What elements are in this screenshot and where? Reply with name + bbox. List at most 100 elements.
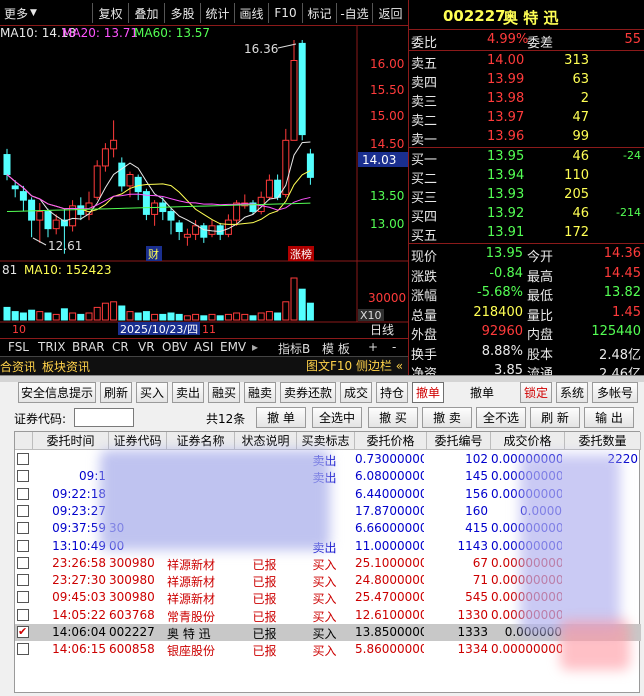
volume-bar: [290, 277, 298, 321]
column-header[interactable]: 状态说明: [235, 432, 297, 450]
indicator-b-button[interactable]: 指标B: [278, 340, 310, 357]
column-header[interactable]: 委托价格: [355, 432, 427, 450]
tab-obv[interactable]: OBV: [162, 340, 188, 354]
trade-splitter[interactable]: [0, 375, 644, 382]
volume-bar: [151, 313, 159, 321]
order-side: 买入: [312, 592, 337, 607]
remove-favorite-button[interactable]: -自选: [336, 3, 372, 23]
tab-news[interactable]: 合资讯: [0, 358, 36, 375]
tab-sector-news[interactable]: 板块资讯: [42, 358, 90, 375]
tab-scroll-arrow[interactable]: ▸: [252, 340, 258, 354]
deals-button[interactable]: 成交: [340, 382, 372, 403]
order-name: 祥源新材: [167, 592, 216, 607]
order-number: 1333: [457, 625, 488, 639]
cancel-selected-button[interactable]: 撤 单: [256, 407, 306, 428]
candle-body: [28, 199, 36, 221]
volume-bar: [224, 313, 232, 321]
back-button[interactable]: 返回: [372, 3, 408, 23]
tab-trix[interactable]: TRIX: [38, 340, 65, 354]
order-side: 买入: [312, 609, 337, 624]
row-checkbox[interactable]: [17, 643, 29, 656]
column-header[interactable]: 证券名称: [167, 432, 235, 450]
candle-body: [101, 148, 109, 167]
row-checkbox[interactable]: [17, 487, 29, 500]
zoom-out-button[interactable]: -: [392, 340, 396, 354]
candle-body: [134, 176, 142, 193]
column-header[interactable]: 成交价格: [491, 432, 565, 450]
bid-level-label: 买二: [411, 172, 438, 187]
volume-bar: [60, 308, 68, 321]
column-header[interactable]: 买卖标志: [297, 432, 355, 450]
sidebar-toggle[interactable]: 图文F10 侧边栏 «: [306, 357, 408, 373]
tab-fsl[interactable]: FSL: [8, 340, 29, 354]
row-checkbox[interactable]: [17, 470, 29, 483]
draw-line-button[interactable]: 画线: [234, 3, 268, 23]
tab-vr[interactable]: VR: [138, 340, 155, 354]
row-checkbox[interactable]: [17, 453, 29, 465]
column-header[interactable]: 委托时间: [33, 432, 109, 450]
table-row[interactable]: 14:06:15 600858 银座股份 已报 买入 5.86000000 1334 0.00…: [15, 641, 641, 658]
tab-emv[interactable]: EMV: [220, 340, 246, 354]
stat-value: 218400: [473, 304, 523, 320]
column-header[interactable]: 委托数量: [565, 432, 641, 450]
sell-button[interactable]: 卖出: [172, 382, 204, 403]
volume-bar: [69, 312, 77, 321]
refresh-orders-button[interactable]: 刷 新: [530, 407, 580, 428]
stat-label: 外盘: [411, 328, 438, 343]
buy-button[interactable]: 买入: [136, 382, 168, 403]
row-checkbox[interactable]: [17, 504, 29, 517]
tab-brar[interactable]: BRAR: [72, 340, 105, 354]
deselect-all-button[interactable]: 全不选: [476, 407, 526, 428]
order-number: 160: [465, 503, 488, 518]
volume-bar: [167, 312, 175, 321]
bid-change: -214: [616, 206, 641, 219]
positions-button[interactable]: 持仓: [376, 382, 408, 403]
column-header[interactable]: 证券代码: [109, 432, 167, 450]
column-header[interactable]: 委托编号: [427, 432, 491, 450]
volume-bar: [192, 313, 200, 321]
margin-sell-button[interactable]: 融卖: [244, 382, 276, 403]
code-filter-input[interactable]: [74, 408, 134, 427]
candle-body: [306, 153, 314, 178]
row-checkbox[interactable]: [17, 608, 29, 621]
row-checkbox[interactable]: [17, 556, 29, 569]
template-button[interactable]: 模 板: [322, 340, 350, 357]
stat-label: 现价: [411, 250, 438, 265]
f10-button[interactable]: F10: [268, 3, 302, 23]
lock-button[interactable]: 锁定: [520, 382, 552, 403]
order-price: 13.85000000: [355, 625, 424, 639]
volume-tick: 30000: [368, 291, 406, 305]
row-checkbox[interactable]: ✔: [17, 626, 29, 638]
tab-asi[interactable]: ASI: [194, 340, 213, 354]
bid-level-label: 买五: [411, 229, 438, 244]
multi-account-button[interactable]: 多帐号: [592, 382, 638, 403]
cancel-buys-button[interactable]: 撤 买: [368, 407, 418, 428]
row-checkbox[interactable]: [17, 591, 29, 604]
row-checkbox[interactable]: [17, 574, 29, 587]
security-notice-button[interactable]: 安全信息提示: [18, 382, 96, 403]
overlay-button[interactable]: 叠加: [128, 3, 164, 23]
refresh-button[interactable]: 刷新: [100, 382, 132, 403]
bid-price: 13.91: [487, 225, 525, 240]
system-button[interactable]: 系统: [556, 382, 588, 403]
fuquan-button[interactable]: 复权: [92, 3, 128, 23]
stock-code: 002227: [443, 7, 506, 25]
row-checkbox[interactable]: [17, 539, 29, 552]
zoom-in-button[interactable]: +: [368, 340, 378, 354]
more-button[interactable]: 更多 ▼: [0, 3, 48, 23]
cancel-sells-button[interactable]: 撤 卖: [422, 407, 472, 428]
cancel-order-tab[interactable]: 撤单: [412, 382, 444, 403]
kline-chart[interactable]: MA10: 14.18 MA20: 13.71 MA60: 13.57 16.0…: [0, 26, 408, 356]
tab-cr[interactable]: CR: [112, 340, 129, 354]
order-side: 买入: [312, 557, 337, 572]
margin-buy-button[interactable]: 融买: [208, 382, 240, 403]
select-all-button[interactable]: 全选中: [312, 407, 362, 428]
export-button[interactable]: 输 出: [584, 407, 634, 428]
row-checkbox[interactable]: [17, 522, 29, 535]
multi-stock-button[interactable]: 多股: [164, 3, 200, 23]
ask-level-label: 卖三: [411, 95, 438, 110]
volume-bar: [282, 301, 290, 321]
statistics-button[interactable]: 统计: [200, 3, 234, 23]
mark-button[interactable]: 标记: [302, 3, 336, 23]
sell-repay-button[interactable]: 卖券还款: [280, 382, 336, 403]
